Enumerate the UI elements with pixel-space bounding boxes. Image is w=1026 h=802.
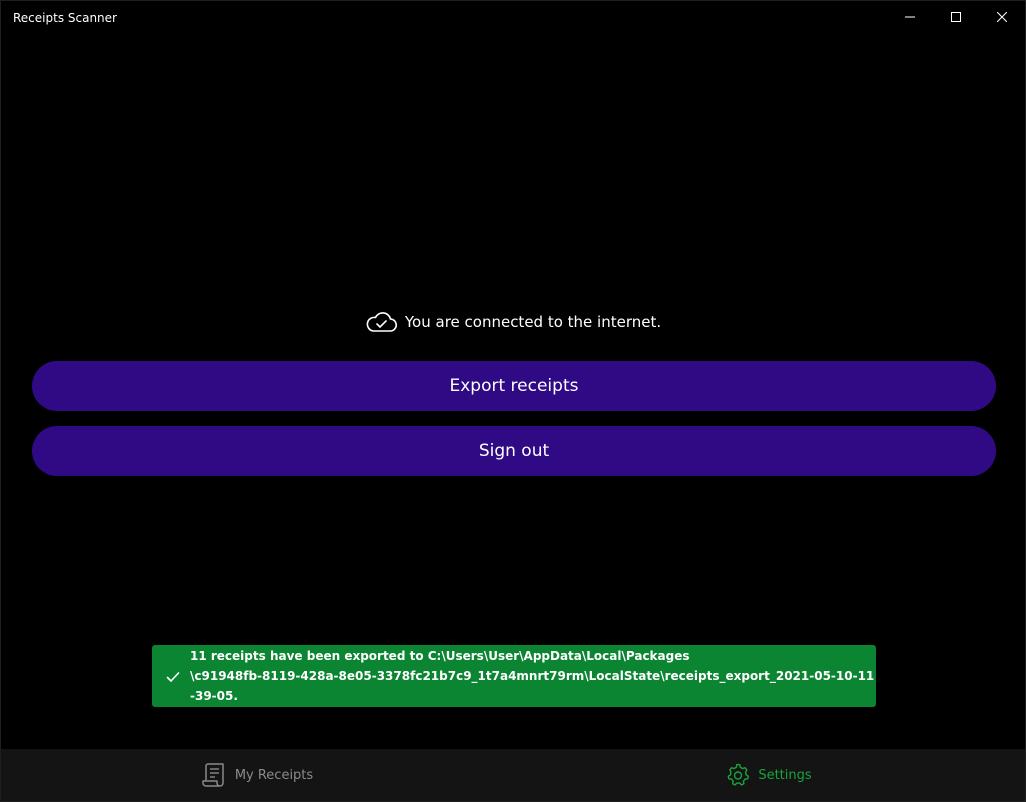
export-notification: 11 receipts have been exported to C:\Use… [152, 645, 876, 707]
close-button[interactable] [979, 1, 1025, 33]
receipt-icon [201, 762, 227, 788]
notification-line-2: \c91948fb-8119-428a-8e05-3378fc21b7c9_1t… [190, 669, 875, 703]
cloud-check-icon [365, 311, 397, 333]
title-bar[interactable]: Receipts Scanner [1, 1, 1025, 33]
gear-icon [726, 763, 750, 787]
checkmark-icon [166, 670, 180, 684]
nav-item-label: My Receipts [234, 767, 314, 783]
connection-status: You are connected to the internet. [1, 311, 1025, 333]
sign-out-button[interactable]: Sign out [32, 426, 996, 476]
export-receipts-button[interactable]: Export receipts [32, 361, 996, 411]
minimize-button[interactable] [887, 1, 933, 33]
minimize-icon [905, 16, 915, 18]
caption-buttons [887, 1, 1025, 33]
notification-message: 11 receipts have been exported to C:\Use… [190, 646, 876, 706]
nav-item-my-receipts[interactable]: My Receipts [1, 749, 513, 801]
maximize-button[interactable] [933, 1, 979, 33]
app-window: Receipts Scanner You are connected to th… [0, 0, 1026, 802]
notification-line-1: 11 receipts have been exported to C:\Use… [190, 649, 690, 663]
connection-status-text: You are connected to the internet. [404, 313, 662, 331]
close-icon [997, 12, 1007, 22]
bottom-navigation: My Receipts Settings [1, 749, 1025, 801]
nav-item-settings[interactable]: Settings [513, 749, 1025, 801]
window-title: Receipts Scanner [13, 11, 117, 25]
nav-item-label: Settings [758, 767, 812, 783]
maximize-icon [951, 12, 961, 22]
